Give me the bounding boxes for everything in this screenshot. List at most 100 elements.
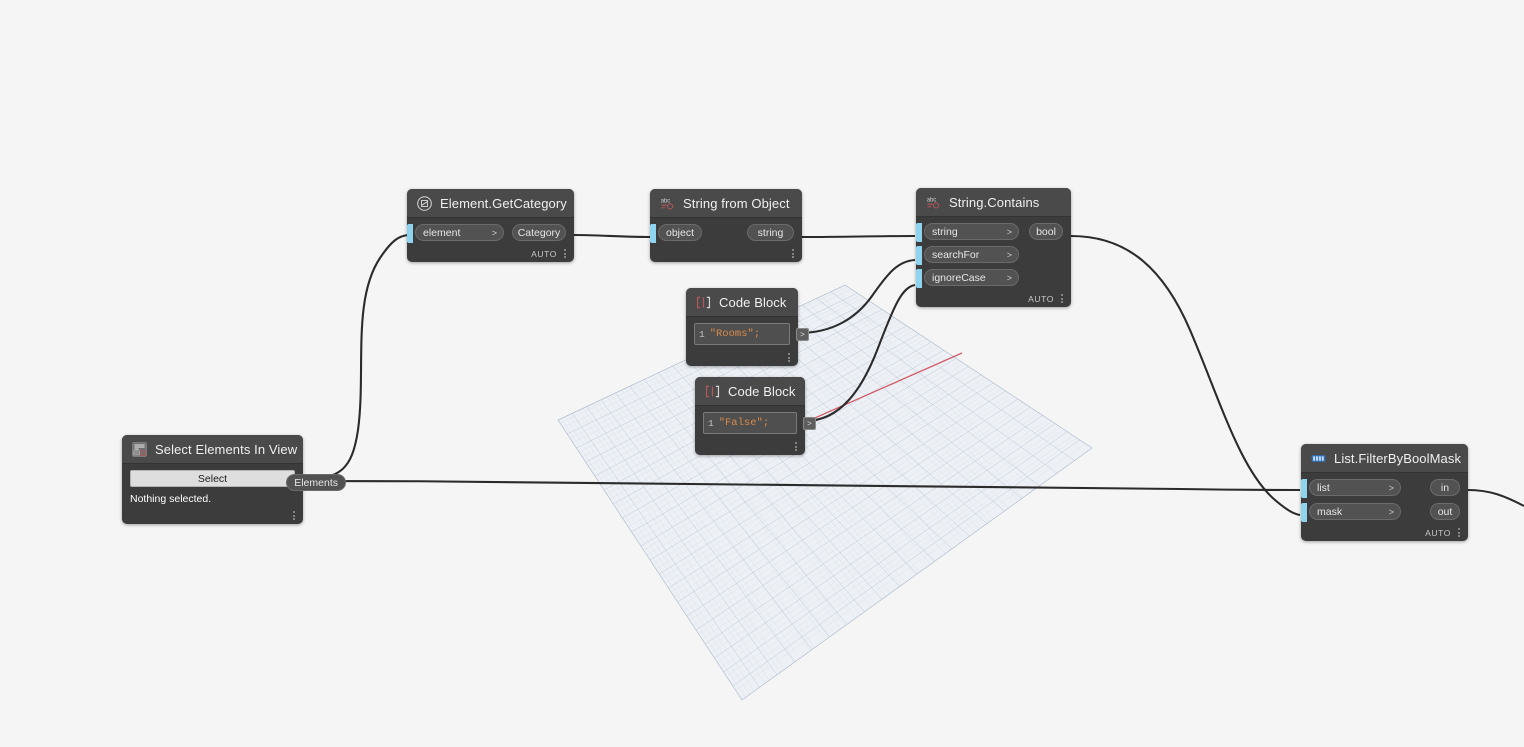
node-options-kebab[interactable]: [791, 248, 795, 259]
node-footer: AUTO: [407, 245, 574, 262]
port-connector: [916, 269, 922, 288]
dynamo-canvas[interactable]: Select Elements In View Select Nothing s…: [0, 0, 1524, 747]
wire-bool-to-mask: [1070, 234, 1301, 517]
wire-false-to-ignorecase: [804, 283, 916, 423]
node-options-kebab[interactable]: [1060, 293, 1064, 304]
run-mode-label: AUTO: [1425, 527, 1451, 538]
node-footer: [686, 349, 798, 366]
node-title: Code Block: [719, 294, 787, 310]
output-port-out[interactable]: out: [1430, 503, 1460, 520]
node-header[interactable]: abc String from Object: [650, 189, 802, 218]
node-title: Element.GetCategory: [440, 195, 567, 211]
background-3d-preview: [557, 284, 1093, 701]
code-text: "Rooms": [709, 328, 754, 340]
node-footer: AUTO: [916, 290, 1071, 307]
revit-elements-icon: [132, 441, 147, 457]
node-body: string > searchFor > ignoreCase > bool: [916, 217, 1071, 290]
node-body: list > mask > in out: [1301, 473, 1468, 524]
node-header[interactable]: List.FilterByBoolMask: [1301, 444, 1468, 473]
node-header[interactable]: Element.GetCategory: [407, 189, 574, 218]
output-port-bool[interactable]: bool: [1029, 223, 1063, 240]
output-port-codeblock[interactable]: >: [796, 328, 809, 341]
node-footer: AUTO: [1301, 524, 1468, 541]
code-text: "False": [718, 417, 763, 429]
node-list-filter-by-bool-mask[interactable]: List.FilterByBoolMask list > mask > in o…: [1301, 444, 1468, 541]
wire-in-to-offscreen: [1467, 488, 1524, 507]
code-block-icon: [696, 296, 711, 308]
wire-elements-to-element: [302, 233, 409, 481]
input-port-mask[interactable]: mask >: [1301, 503, 1401, 522]
input-port-list[interactable]: list >: [1301, 479, 1401, 498]
node-title: List.FilterByBoolMask: [1334, 450, 1462, 466]
node-string-from-object[interactable]: abc String from Object object string: [650, 189, 802, 262]
node-header[interactable]: Code Block: [695, 377, 805, 406]
run-mode-label: AUTO: [1028, 293, 1054, 304]
node-title: String.Contains: [949, 194, 1040, 210]
wire-elements-to-list: [302, 479, 1301, 492]
chevron-right-icon: >: [491, 227, 497, 238]
line-number: 1: [708, 417, 714, 429]
output-port-string[interactable]: string: [747, 224, 794, 241]
node-title: String from Object: [683, 195, 790, 211]
output-port-codeblock[interactable]: >: [803, 417, 816, 430]
abc-string-icon: abc: [927, 197, 940, 209]
node-footer: [695, 438, 805, 455]
input-port-object[interactable]: object: [650, 224, 702, 243]
output-port-elements[interactable]: Elements: [286, 474, 346, 491]
line-number: 1: [699, 328, 705, 340]
node-select-elements-in-view[interactable]: Select Elements In View Select Nothing s…: [122, 435, 346, 524]
node-body: element > Category: [407, 218, 574, 245]
node-header[interactable]: Code Block: [686, 288, 798, 317]
node-header[interactable]: abc String.Contains: [916, 188, 1071, 217]
node-header[interactable]: Select Elements In View: [122, 435, 303, 464]
input-port-element[interactable]: element >: [407, 224, 504, 243]
node-code-block-false[interactable]: Code Block 1 "False"; >: [695, 377, 816, 455]
port-connector: [348, 474, 354, 493]
node-code-block-rooms[interactable]: Code Block 1 "Rooms"; >: [686, 288, 809, 366]
node-options-kebab[interactable]: [787, 352, 791, 363]
node-body: 1 "Rooms"; >: [686, 317, 809, 349]
run-mode-label: AUTO: [531, 248, 557, 259]
chevron-right-icon: >: [1388, 482, 1394, 493]
output-port-category[interactable]: Category: [512, 224, 566, 241]
code-terminator: ;: [753, 328, 761, 340]
abc-string-icon: abc: [661, 198, 674, 210]
node-body: 1 "False"; >: [695, 406, 816, 438]
node-footer: [650, 245, 802, 262]
node-string-contains[interactable]: abc String.Contains string > searchFor >…: [916, 188, 1071, 307]
node-element-get-category[interactable]: Element.GetCategory element > Category A…: [407, 189, 574, 262]
input-port-string[interactable]: string >: [916, 223, 1019, 242]
wire-rooms-to-searchfor: [798, 258, 916, 335]
chevron-right-icon: >: [1006, 249, 1012, 260]
port-connector: [1301, 479, 1307, 498]
selection-status-text: Nothing selected.: [130, 493, 212, 505]
port-connector: [407, 224, 413, 243]
node-options-kebab[interactable]: [292, 510, 296, 521]
node-title: Code Block: [728, 383, 796, 399]
chevron-right-icon: >: [1006, 272, 1012, 283]
port-connector: [916, 223, 922, 242]
chevron-right-icon: >: [1006, 226, 1012, 237]
port-connector: [1301, 503, 1307, 522]
list-icon: [1311, 454, 1326, 462]
select-button[interactable]: Select: [130, 470, 295, 487]
node-body: Select Nothing selected.: [122, 464, 303, 507]
wire-category-to-object: [573, 233, 651, 239]
code-block-icon: [705, 385, 720, 397]
port-connector: [916, 246, 922, 265]
node-options-kebab[interactable]: [794, 441, 798, 452]
node-footer: [122, 507, 303, 524]
code-editor[interactable]: 1 "Rooms";: [694, 323, 790, 345]
connection-wires: [302, 233, 1524, 517]
code-editor[interactable]: 1 "False";: [703, 412, 797, 434]
element-category-icon: [417, 195, 432, 211]
node-body: object string: [650, 218, 802, 245]
input-port-searchfor[interactable]: searchFor >: [916, 246, 1019, 265]
code-terminator: ;: [762, 417, 770, 429]
input-port-ignorecase[interactable]: ignoreCase >: [916, 269, 1019, 288]
wire-string-to-string: [801, 234, 916, 239]
output-port-in[interactable]: in: [1430, 479, 1460, 496]
node-options-kebab[interactable]: [1457, 527, 1461, 538]
chevron-right-icon: >: [1388, 506, 1394, 517]
node-options-kebab[interactable]: [563, 248, 567, 259]
